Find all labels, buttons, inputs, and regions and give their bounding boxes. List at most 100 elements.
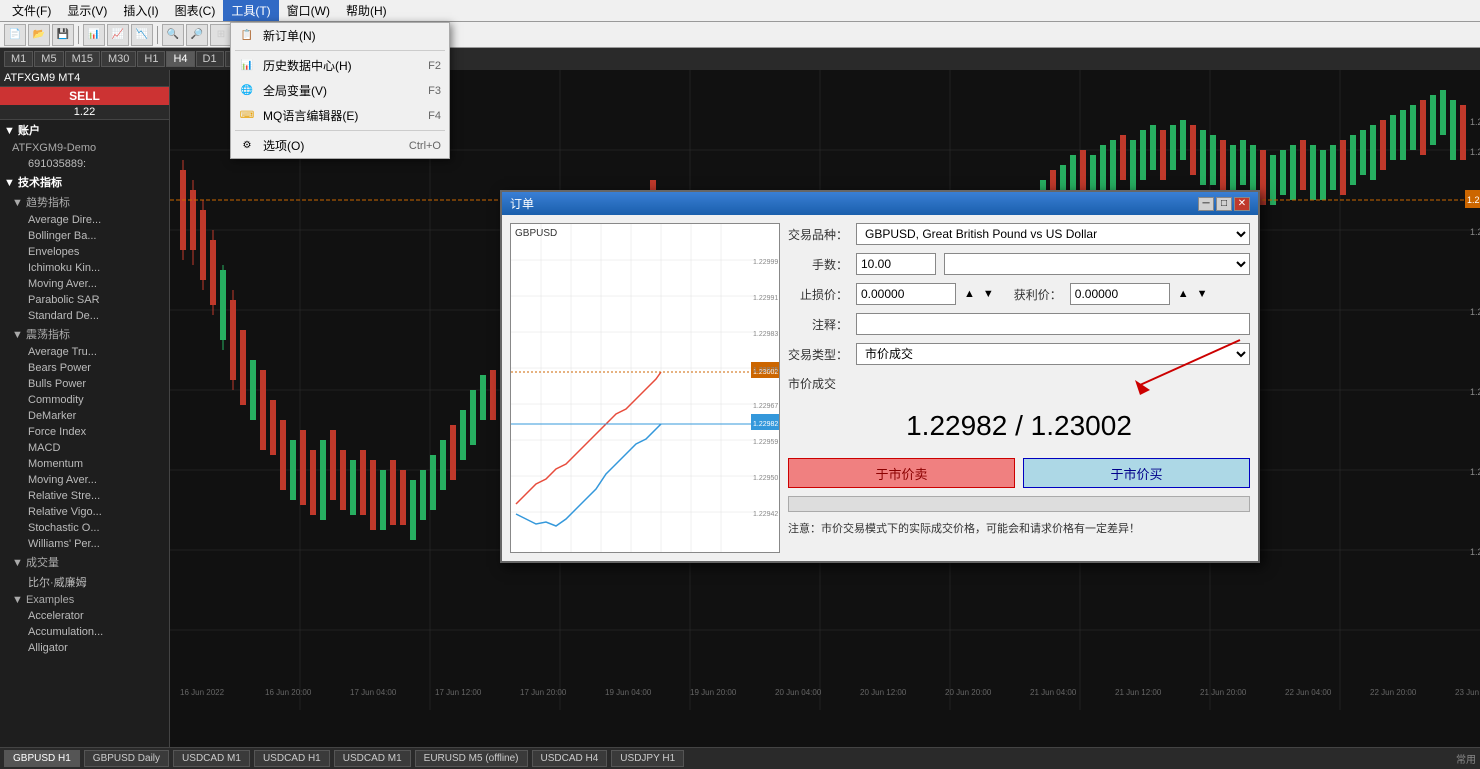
sidebar-account-name[interactable]: ATFXGM9-Demo	[0, 140, 169, 156]
sidebar-trend-indicators[interactable]: ▼ 趋势指标	[0, 192, 169, 212]
svg-text:21 Jun 12:00: 21 Jun 12:00	[1115, 688, 1162, 697]
sidebar-item-averagedir[interactable]: Average Dire...	[0, 212, 169, 228]
tb-chart3[interactable]: 📉	[131, 24, 153, 46]
sidebar-item-ichimoku[interactable]: Ichimoku Kin...	[0, 260, 169, 276]
tb-open[interactable]: 📂	[28, 24, 50, 46]
takeprofit-spinner-down[interactable]: ▼	[1197, 288, 1208, 300]
tab-usdcad-m1-2[interactable]: USDCAD M1	[334, 750, 411, 767]
sidebar-oscillator-indicators[interactable]: ▼ 震荡指标	[0, 324, 169, 344]
sidebar-volume[interactable]: ▼ 成交量	[0, 552, 169, 572]
sidebar-section-account[interactable]: ▼ 账户	[0, 120, 169, 140]
toolbar: 📄 📂 💾 📊 📈 📉 🔍 🔎 ⊞ ∿ ⚙ ▶ +	[0, 22, 1480, 48]
menu-editor[interactable]: ⌨ MQ语言编辑器(E) F4	[231, 103, 449, 128]
sidebar-item-momentum[interactable]: Momentum	[0, 456, 169, 472]
takeprofit-spinner-up[interactable]: ▲	[1178, 288, 1189, 300]
svg-text:23 Jun 2022: 23 Jun 2022	[1455, 688, 1480, 697]
stoploss-input[interactable]	[856, 283, 956, 305]
menu-window[interactable]: 窗口(W)	[279, 0, 338, 21]
symbol-select[interactable]: GBPUSD, Great British Pound vs US Dollar	[856, 223, 1250, 245]
menu-help[interactable]: 帮助(H)	[338, 0, 395, 21]
tb-save[interactable]: 💾	[52, 24, 74, 46]
tf-d1[interactable]: D1	[196, 51, 224, 67]
tb-grid[interactable]: ⊞	[210, 24, 232, 46]
tab-eurusd-m5-offline[interactable]: EURUSD M5 (offline)	[415, 750, 528, 767]
tb-new[interactable]: 📄	[4, 24, 26, 46]
tf-h4[interactable]: H4	[166, 51, 194, 67]
lots-input[interactable]	[856, 253, 936, 275]
notice-text: 注意：市价交易模式下的实际成交价格，可能会和请求价格有一定差异！	[788, 520, 1250, 536]
tab-usdcad-m1-1[interactable]: USDCAD M1	[173, 750, 250, 767]
tf-m5[interactable]: M5	[34, 51, 63, 67]
comment-input[interactable]	[856, 313, 1250, 335]
svg-text:20 Jun 04:00: 20 Jun 04:00	[775, 688, 822, 697]
market-type-label: 市价成交	[788, 373, 1250, 394]
sidebar-item-bollinger[interactable]: Bollinger Ba...	[0, 228, 169, 244]
takeprofit-input[interactable]	[1070, 283, 1170, 305]
tf-m30[interactable]: M30	[101, 51, 136, 67]
menu-tools[interactable]: 工具(T)	[223, 0, 278, 21]
buy-at-market-button[interactable]: 于市价买	[1023, 458, 1250, 488]
sidebar-item-accumulation[interactable]: Accumulation...	[0, 624, 169, 640]
tb-chart[interactable]: 📊	[83, 24, 105, 46]
sidebar-item-bullspower[interactable]: Bulls Power	[0, 376, 169, 392]
sidebar-item-commodity[interactable]: Commodity	[0, 392, 169, 408]
menu-globalvars[interactable]: 🌐 全局变量(V) F3	[231, 78, 449, 103]
sidebar-account-id[interactable]: 691035889:	[0, 156, 169, 172]
tf-m1[interactable]: M1	[4, 51, 33, 67]
dialog-maximize-button[interactable]: □	[1216, 197, 1232, 211]
sidebar-item-demarker[interactable]: DeMarker	[0, 408, 169, 424]
lots-label: 手数：	[788, 256, 848, 273]
tab-gbpusd-h1[interactable]: GBPUSD H1	[4, 750, 80, 767]
sidebar-item-relativevigo[interactable]: Relative Vigo...	[0, 504, 169, 520]
dialog-close-button[interactable]: ✕	[1234, 197, 1250, 211]
menu-options[interactable]: ⚙ 选项(O) Ctrl+O	[231, 133, 449, 158]
stoploss-spinner-down[interactable]: ▼	[983, 288, 994, 300]
menu-view[interactable]: 显示(V)	[59, 0, 115, 21]
new-order-icon: 📋	[239, 28, 255, 44]
sidebar-item-stochastic[interactable]: Stochastic O...	[0, 520, 169, 536]
sidebar-item-accelerator[interactable]: Accelerator	[0, 608, 169, 624]
sell-at-market-button[interactable]: 于市价卖	[788, 458, 1015, 488]
tab-usdcad-h4[interactable]: USDCAD H4	[532, 750, 608, 767]
tab-gbpusd-daily[interactable]: GBPUSD Daily	[84, 750, 169, 767]
menu-file[interactable]: 文件(F)	[4, 0, 59, 21]
tb-zoom-in[interactable]: 🔍	[162, 24, 184, 46]
sidebar-item-envelopes[interactable]: Envelopes	[0, 244, 169, 260]
tf-h1[interactable]: H1	[137, 51, 165, 67]
sell-button[interactable]: SELL	[0, 87, 169, 105]
tf-m15[interactable]: M15	[65, 51, 100, 67]
tb-zoom-out[interactable]: 🔎	[186, 24, 208, 46]
app-title: ATFXGM9 MT4	[0, 70, 169, 87]
menu-neworder[interactable]: 📋 新订单(N)	[231, 23, 449, 48]
svg-text:1.2275: 1.2275	[1470, 307, 1480, 317]
dialog-title-buttons: ─ □ ✕	[1198, 197, 1250, 211]
dialog-minimize-button[interactable]: ─	[1198, 197, 1214, 211]
dialog-chart-svg: 1.23002 1.22982 1.22999 1.22991 1.22983 …	[511, 224, 780, 553]
sidebar-item-movingavg2[interactable]: Moving Aver...	[0, 472, 169, 488]
tab-usdcad-h1[interactable]: USDCAD H1	[254, 750, 330, 767]
stoploss-spinner-up[interactable]: ▲	[964, 288, 975, 300]
lots-dropdown[interactable]	[944, 253, 1250, 275]
sidebar-item-macd[interactable]: MACD	[0, 440, 169, 456]
sidebar-examples[interactable]: ▼ Examples	[0, 592, 169, 608]
sidebar-item-movingavg1[interactable]: Moving Aver...	[0, 276, 169, 292]
tb-chart2[interactable]: 📈	[107, 24, 129, 46]
menu-chart[interactable]: 图表(C)	[167, 0, 224, 21]
svg-text:1.22959: 1.22959	[753, 439, 778, 446]
svg-text:1.23002: 1.23002	[1467, 195, 1480, 205]
sidebar-section-indicators[interactable]: ▼ 技术指标	[0, 172, 169, 192]
sidebar-item-williams[interactable]: Williams' Per...	[0, 536, 169, 552]
sidebar-item-billwilliams[interactable]: 比尔·威廉姆	[0, 572, 169, 592]
sidebar-item-relativestre[interactable]: Relative Stre...	[0, 488, 169, 504]
sidebar-item-avgTrue[interactable]: Average Tru...	[0, 344, 169, 360]
svg-text:17 Jun 12:00: 17 Jun 12:00	[435, 688, 482, 697]
menu-histdata[interactable]: 📊 历史数据中心(H) F2	[231, 53, 449, 78]
sidebar-item-parabolic[interactable]: Parabolic SAR	[0, 292, 169, 308]
menu-insert[interactable]: 插入(I)	[115, 0, 166, 21]
type-select[interactable]: 市价成交	[856, 343, 1250, 365]
sidebar-item-alligator[interactable]: Alligator	[0, 640, 169, 656]
sidebar-item-bearspower[interactable]: Bears Power	[0, 360, 169, 376]
sidebar-item-stddev[interactable]: Standard De...	[0, 308, 169, 324]
sidebar-item-forceindex[interactable]: Force Index	[0, 424, 169, 440]
tab-usdjpy-h1[interactable]: USDJPY H1	[611, 750, 684, 767]
